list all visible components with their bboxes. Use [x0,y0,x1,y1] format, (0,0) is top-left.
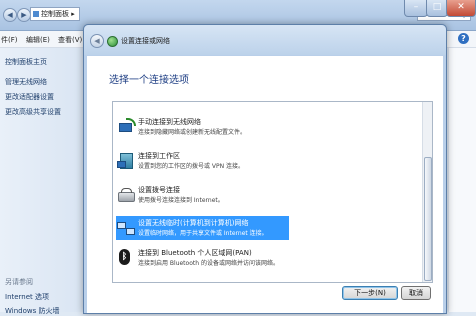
option-bluetooth-pan[interactable]: ᛒ 连接到 Bluetooth 个人区域网(PAN) 连接到启用 Bluetoo… [116,246,289,270]
back-icon[interactable]: ◀ [3,8,17,22]
option-title: 连接到工作区 [138,152,180,160]
option-title: 设置无线临时(计算机到计算机)网络 [138,219,249,227]
address-bar[interactable]: 控制面板 ▸ [30,7,80,21]
option-description: 使用拨号连接连接到 Internet。 [138,197,224,204]
connection-option-list[interactable]: 手动连接到无线网络 连接到隐藏网络或创建新无线配置文件。 连接到工作区 设置到您… [112,101,433,283]
option-workplace[interactable]: 连接到工作区 设置到您的工作区的拨号或 VPN 连接。 [116,149,289,173]
dialup-modem-icon [117,186,135,202]
control-panel-icon [33,11,39,17]
menu-file[interactable]: 件(F) [1,35,18,45]
dialog-title: 设置连接或网络 [121,37,170,45]
cancel-button[interactable]: 取消 [401,286,431,300]
maximize-button[interactable]: □ [426,0,448,17]
help-icon[interactable]: ? [458,33,469,44]
option-description: 连接到启用 Bluetooth 的设备或网络并访问该网络。 [138,260,279,267]
adhoc-network-icon [117,219,135,235]
option-adhoc-network[interactable]: 设置无线临时(计算机到计算机)网络 设置临时网络，用于共享文件或 Interne… [116,216,289,240]
content-area-edge [448,48,476,312]
sidebar-item-advanced-sharing[interactable]: 更改高级共享设置 [5,107,61,117]
menu-edit[interactable]: 编辑(E) [26,35,50,45]
option-title: 设置拨号连接 [138,186,180,194]
option-description: 设置到您的工作区的拨号或 VPN 连接。 [138,163,245,170]
dialog-heading: 选择一个连接选项 [109,75,189,86]
option-title: 手动连接到无线网络 [138,118,201,126]
scrollbar-thumb[interactable] [424,157,432,281]
back-icon[interactable]: ◀ [90,34,104,48]
forward-icon[interactable]: ▶ [17,8,31,22]
option-title: 连接到 Bluetooth 个人区域网(PAN) [138,249,252,257]
bluetooth-icon: ᛒ [117,249,135,265]
next-button[interactable]: 下一步(N) [342,286,398,300]
setup-connection-dialog: ◀ 设置连接或网络 选择一个连接选项 手动连接到无线网络 连接到隐藏网络或创建新… [83,24,447,314]
dialog-header: ◀ 设置连接或网络 [84,25,446,55]
dialog-body: 选择一个连接选项 手动连接到无线网络 连接到隐藏网络或创建新无线配置文件。 连接… [87,56,443,313]
option-description: 连接到隐藏网络或创建新无线配置文件。 [138,129,247,136]
see-also-label: 另请参阅 [5,278,33,286]
address-text: 控制面板 ▸ [41,10,75,18]
sidebar-home-link[interactable]: 控制面板主页 [5,57,47,67]
option-manual-wireless[interactable]: 手动连接到无线网络 连接到隐藏网络或创建新无线配置文件。 [116,115,289,139]
network-globe-icon [107,36,118,47]
sidebar-item-windows-firewall[interactable]: Windows 防火墙 [5,306,59,316]
workplace-icon [117,152,135,169]
menu-view[interactable]: 查看(V) [58,35,82,45]
sidebar-item-internet-options[interactable]: Internet 选项 [5,292,49,302]
wireless-network-icon [117,118,136,134]
close-button[interactable]: ✕ [446,0,476,17]
sidebar-item-adapter-settings[interactable]: 更改适配器设置 [5,92,54,102]
sidebar-item-manage-wireless[interactable]: 管理无线网络 [5,77,47,87]
option-description: 设置临时网络，用于共享文件或 Internet 连接。 [138,230,268,237]
minimize-button[interactable]: – [404,0,428,17]
sidebar: 控制面板主页 管理无线网络 更改适配器设置 更改高级共享设置 另请参阅 Inte… [0,48,90,315]
option-list-scrollbar[interactable] [422,102,432,282]
option-dialup[interactable]: 设置拨号连接 使用拨号连接连接到 Internet。 [116,183,289,207]
